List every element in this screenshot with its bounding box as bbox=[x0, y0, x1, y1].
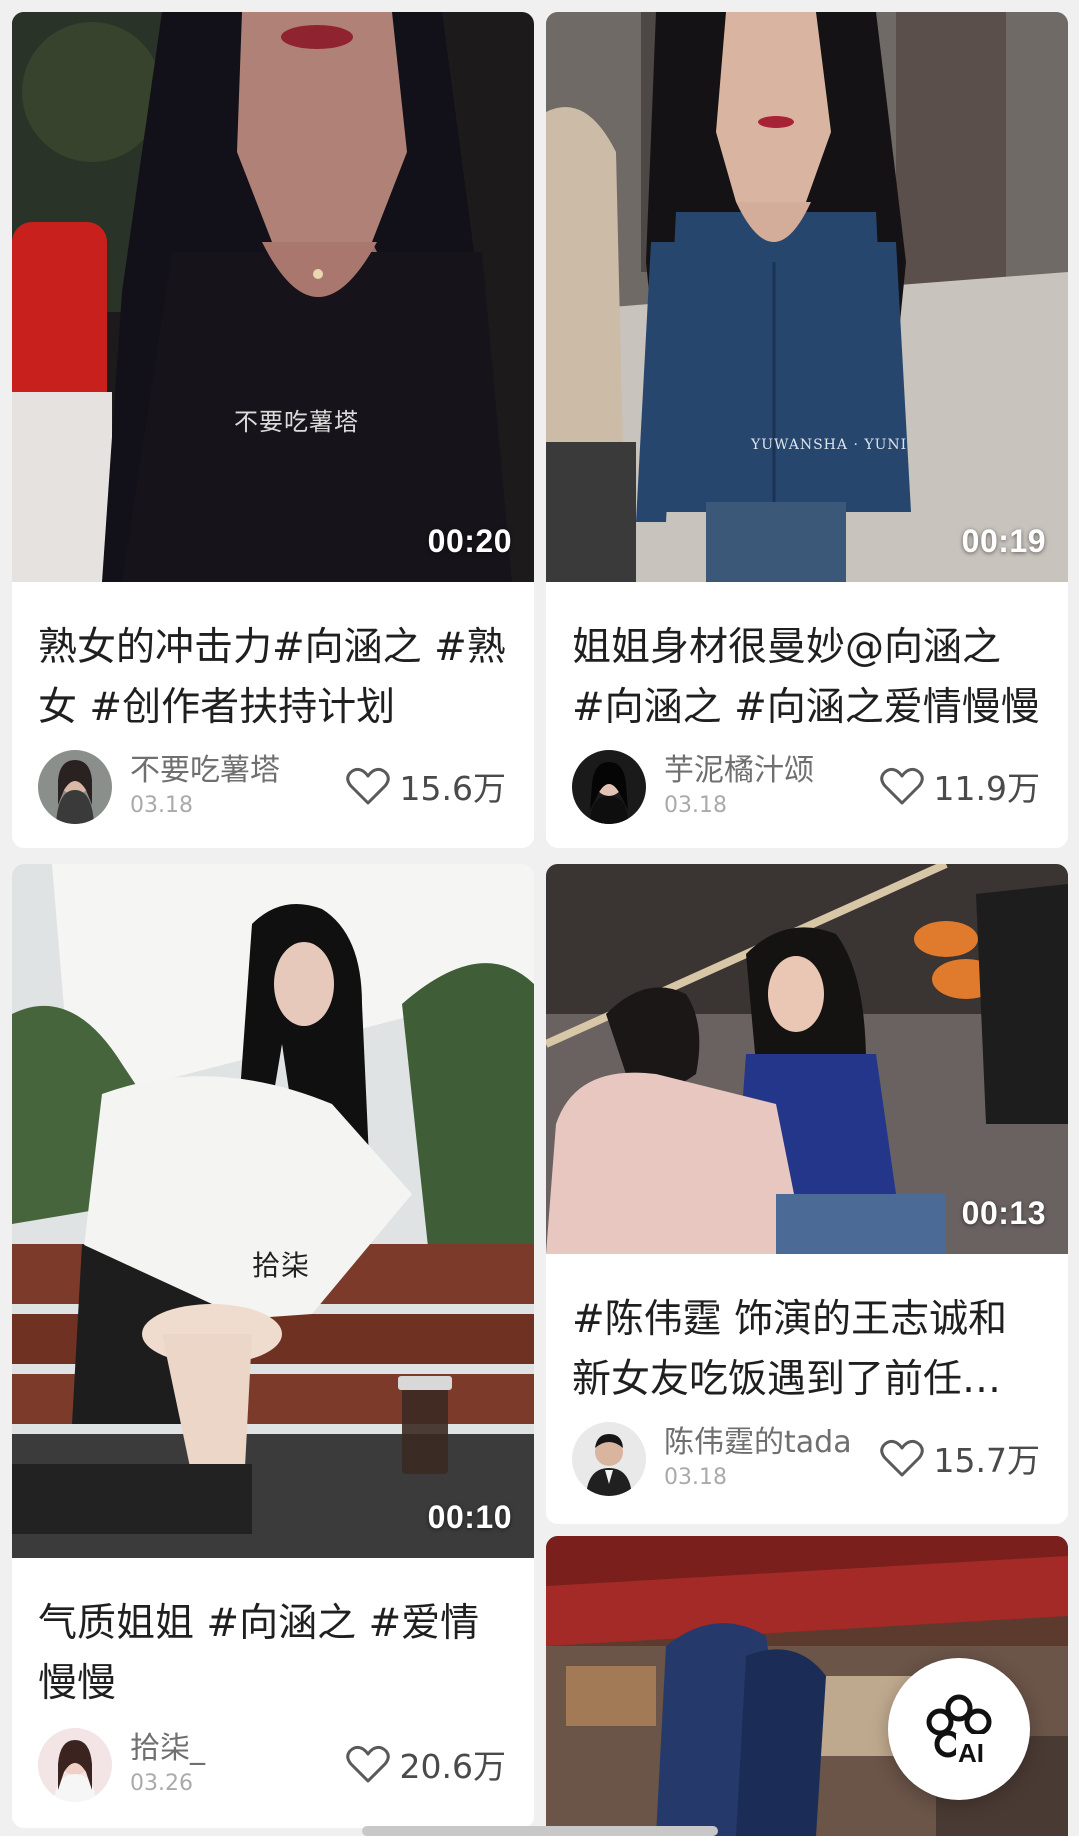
author-row: 陈伟霆的tada 03.18 15.7万 bbox=[572, 1422, 1040, 1498]
author-row: 拾柒_ 03.26 20.6万 bbox=[38, 1728, 506, 1804]
video-title[interactable]: 气质姐姐 #向涵之 #爱情慢慢 bbox=[38, 1594, 506, 1714]
video-duration: 00:13 bbox=[961, 1195, 1046, 1231]
like-count: 11.9万 bbox=[933, 769, 1040, 808]
post-date: 03.18 bbox=[664, 793, 727, 818]
like-button[interactable]: 15.7万 bbox=[879, 1434, 1040, 1482]
like-button[interactable]: 20.6万 bbox=[345, 1740, 506, 1788]
post-date: 03.26 bbox=[130, 1771, 193, 1796]
author-row: 芋泥橘汁颂 03.18 11.9万 bbox=[572, 750, 1040, 826]
thumbnail-watermark: 不要吃薯塔 bbox=[234, 408, 359, 436]
ai-label: AI bbox=[958, 1738, 984, 1768]
heart-icon bbox=[345, 1745, 390, 1783]
author-row: 不要吃薯塔 03.18 15.6万 bbox=[38, 750, 506, 826]
post-date: 03.18 bbox=[130, 793, 193, 818]
home-indicator[interactable] bbox=[362, 1826, 718, 1836]
author-name[interactable]: 芋泥橘汁颂 bbox=[664, 752, 814, 790]
ai-assistant-button[interactable]: AI bbox=[888, 1658, 1030, 1800]
like-count: 15.7万 bbox=[933, 1441, 1040, 1480]
thumbnail-image bbox=[12, 864, 534, 1558]
like-count: 20.6万 bbox=[399, 1747, 506, 1786]
heart-icon bbox=[879, 767, 924, 805]
feed-card[interactable]: 拾柒 00:10 气质姐姐 #向涵之 #爱情慢慢 拾柒_ 03.26 20.6万 bbox=[12, 864, 534, 1828]
video-thumbnail[interactable]: 拾柒 00:10 bbox=[12, 864, 534, 1558]
like-button[interactable]: 11.9万 bbox=[879, 762, 1040, 810]
video-duration: 00:10 bbox=[427, 1499, 512, 1535]
heart-icon bbox=[345, 767, 390, 805]
video-title[interactable]: #陈伟霆 饰演的王志诚和新女友吃饭遇到了前任的尴尬场面 bbox=[572, 1290, 1040, 1410]
post-date: 03.18 bbox=[664, 1465, 727, 1490]
video-title[interactable]: 姐姐身材很曼妙@向涵之 #向涵之 #向涵之爱情慢慢 bbox=[572, 618, 1040, 738]
video-title[interactable]: 熟女的冲击力#向涵之 #熟女 #创作者扶持计划 bbox=[38, 618, 506, 738]
video-thumbnail[interactable]: 00:13 bbox=[546, 864, 1068, 1254]
ai-flower-icon: AI bbox=[926, 1694, 996, 1768]
avatar[interactable] bbox=[572, 1422, 646, 1496]
avatar[interactable] bbox=[38, 1728, 112, 1802]
feed-card[interactable]: 不要吃薯塔 00:20 熟女的冲击力#向涵之 #熟女 #创作者扶持计划 不要吃薯… bbox=[12, 12, 534, 848]
author-name[interactable]: 不要吃薯塔 bbox=[130, 752, 280, 790]
thumbnail-image bbox=[546, 12, 1068, 582]
video-thumbnail[interactable]: 不要吃薯塔 00:20 bbox=[12, 12, 534, 582]
feed-card[interactable]: 00:13 #陈伟霆 饰演的王志诚和新女友吃饭遇到了前任的尴尬场面 陈伟霆的ta… bbox=[546, 864, 1068, 1524]
video-duration: 00:20 bbox=[427, 523, 512, 559]
avatar[interactable] bbox=[38, 750, 112, 824]
video-duration: 00:19 bbox=[961, 523, 1046, 559]
like-button[interactable]: 15.6万 bbox=[345, 762, 506, 810]
video-thumbnail[interactable]: YUWANSHA · YUNI 00:19 bbox=[546, 12, 1068, 582]
avatar[interactable] bbox=[572, 750, 646, 824]
heart-icon bbox=[879, 1439, 924, 1477]
thumbnail-watermark: YUWANSHA · YUNI bbox=[751, 437, 908, 453]
feed-card[interactable]: YUWANSHA · YUNI 00:19 姐姐身材很曼妙@向涵之 #向涵之 #… bbox=[546, 12, 1068, 848]
like-count: 15.6万 bbox=[399, 769, 506, 808]
thumbnail-watermark: 拾柒 bbox=[252, 1249, 311, 1282]
author-name[interactable]: 陈伟霆的tada bbox=[664, 1424, 852, 1462]
author-name[interactable]: 拾柒_ bbox=[130, 1730, 205, 1768]
thumbnail-image bbox=[12, 12, 534, 582]
